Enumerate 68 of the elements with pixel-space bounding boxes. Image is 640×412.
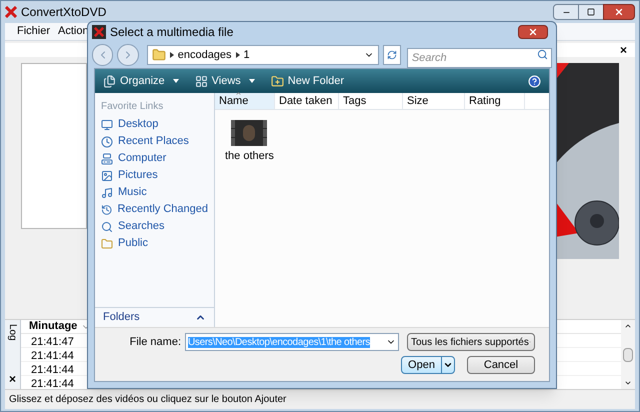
log-tab[interactable]: Log bbox=[5, 324, 20, 341]
nav-link[interactable]: Recently Changed bbox=[95, 201, 214, 218]
close-icon bbox=[528, 27, 538, 37]
refresh-button[interactable] bbox=[383, 45, 401, 65]
selected-text: Users\Neo\Desktop\encodages\1\the others bbox=[188, 336, 370, 348]
nav-link[interactable]: Music bbox=[95, 184, 214, 201]
nav-link[interactable]: Pictures bbox=[95, 167, 214, 184]
close-icon bbox=[614, 7, 624, 17]
computer-icon bbox=[101, 152, 113, 164]
caret-icon bbox=[172, 79, 179, 83]
folders-toggle[interactable]: Folders bbox=[95, 307, 214, 327]
new-folder-icon bbox=[270, 74, 284, 88]
breadcrumb-arrow-icon bbox=[236, 52, 240, 58]
scroll-up-icon bbox=[624, 322, 632, 330]
section-title: Favorite Links bbox=[100, 100, 164, 114]
column-header[interactable]: Rating bbox=[465, 93, 525, 109]
breadcrumb-item[interactable]: encodages bbox=[178, 46, 232, 64]
field-label: File name: bbox=[130, 334, 181, 350]
column-header[interactable]: Size bbox=[403, 93, 465, 109]
panel-close-button[interactable]: × bbox=[620, 43, 627, 57]
monitor-icon bbox=[101, 118, 113, 130]
help-icon[interactable] bbox=[528, 74, 541, 88]
scroll-down-icon bbox=[624, 379, 632, 387]
cancel-button[interactable]: Cancel bbox=[467, 356, 535, 374]
search-icon bbox=[537, 49, 548, 60]
file-type-dropdown[interactable]: Tous les fichiers supportés bbox=[407, 333, 535, 351]
clock-icon bbox=[101, 136, 113, 148]
search-icon bbox=[101, 220, 113, 232]
toolbar-menu-button[interactable]: Views bbox=[194, 72, 255, 90]
close-button[interactable] bbox=[518, 25, 548, 39]
close-button[interactable] bbox=[603, 4, 635, 20]
address-bar[interactable]: encodages 1 bbox=[146, 45, 380, 65]
breadcrumb-arrow-icon bbox=[170, 52, 174, 58]
log-close-button[interactable]: × bbox=[8, 373, 16, 385]
scrollbar[interactable] bbox=[621, 320, 635, 389]
status-text: Glissez et déposez des vidéos ou cliquez sur le bouton Ajouter bbox=[9, 393, 286, 407]
refresh-icon bbox=[387, 50, 398, 60]
logo-icon bbox=[5, 6, 17, 18]
maximize-icon bbox=[587, 8, 595, 16]
folder-icon bbox=[101, 238, 113, 250]
toolbar-menu-button[interactable]: Organize bbox=[103, 72, 179, 90]
column-header[interactable]: Name bbox=[215, 93, 275, 109]
picture-icon bbox=[101, 170, 113, 182]
grid-icon bbox=[194, 74, 208, 88]
history-icon bbox=[101, 204, 112, 216]
caret-icon bbox=[443, 360, 453, 370]
documents-icon bbox=[103, 74, 116, 88]
search-field[interactable]: Search bbox=[406, 48, 552, 68]
nav-link[interactable]: Desktop bbox=[95, 116, 214, 133]
nav-link[interactable]: Searches bbox=[95, 218, 214, 235]
breadcrumb-item[interactable]: 1 bbox=[244, 46, 250, 64]
maximize-button[interactable] bbox=[579, 4, 603, 20]
folder-icon bbox=[152, 48, 166, 62]
nav-link[interactable]: Computer bbox=[95, 150, 214, 167]
caret-icon bbox=[248, 79, 255, 83]
file-item[interactable]: the others bbox=[225, 120, 274, 164]
scrollbar-thumb[interactable] bbox=[623, 348, 633, 362]
menu-item[interactable]: Fichier bbox=[17, 23, 50, 40]
window-title: ConvertXtoDVD bbox=[21, 4, 106, 21]
dialog-title: Select a multimedia file bbox=[110, 24, 234, 41]
column-header[interactable]: Date taken bbox=[275, 93, 339, 109]
video-thumbnail bbox=[231, 120, 268, 146]
toolbar-button[interactable]: New Folder bbox=[270, 72, 344, 90]
column-header[interactable]: Tags bbox=[339, 93, 403, 109]
music-icon bbox=[101, 186, 113, 198]
nav-link[interactable]: Recent Places bbox=[95, 133, 214, 150]
open-button[interactable]: Open bbox=[401, 356, 455, 374]
nav-link[interactable]: Public bbox=[95, 235, 214, 252]
